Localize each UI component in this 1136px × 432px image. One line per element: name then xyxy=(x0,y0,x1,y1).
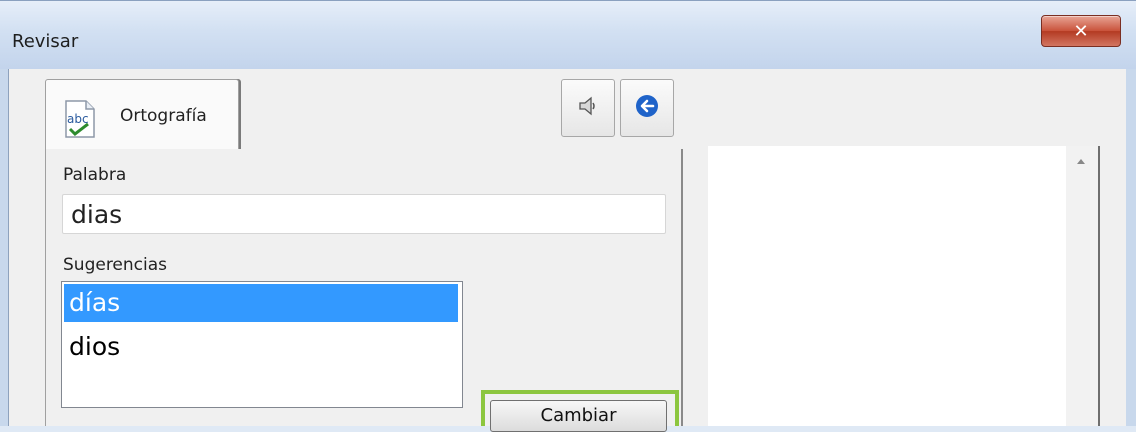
list-item-selected[interactable]: días xyxy=(64,284,458,322)
word-field[interactable]: dias xyxy=(62,194,666,234)
list-item[interactable]: dios xyxy=(64,328,458,366)
pane-divider xyxy=(1098,146,1100,426)
tab-label: Ortografía xyxy=(120,106,207,126)
scroll-up-arrow-icon[interactable] xyxy=(1071,151,1091,171)
window-frame-left xyxy=(0,69,8,426)
back-arrow-icon xyxy=(634,93,660,123)
speak-button[interactable] xyxy=(561,79,615,137)
back-button[interactable] xyxy=(620,79,674,137)
document-preview-pane[interactable] xyxy=(708,146,1066,426)
vertical-scrollbar[interactable] xyxy=(1066,146,1098,426)
dialog-window: Revisar ✕ abc Ortografía Palabra dias Su… xyxy=(0,0,1136,432)
close-icon: ✕ xyxy=(1073,20,1089,42)
speaker-icon xyxy=(576,94,600,122)
suggestions-label: Sugerencias xyxy=(63,255,168,275)
suggestions-list[interactable]: días dios xyxy=(61,281,463,408)
tab-ortografia[interactable]: abc Ortografía xyxy=(45,79,239,150)
window-title: Revisar xyxy=(12,31,79,52)
change-button[interactable]: Cambiar xyxy=(490,400,667,432)
close-button[interactable]: ✕ xyxy=(1041,15,1121,47)
title-bar: Revisar ✕ xyxy=(0,1,1136,69)
svg-text:abc: abc xyxy=(67,112,89,126)
abc-spellcheck-icon: abc xyxy=(58,98,100,140)
window-frame-right xyxy=(1126,69,1136,426)
word-label: Palabra xyxy=(63,165,127,185)
